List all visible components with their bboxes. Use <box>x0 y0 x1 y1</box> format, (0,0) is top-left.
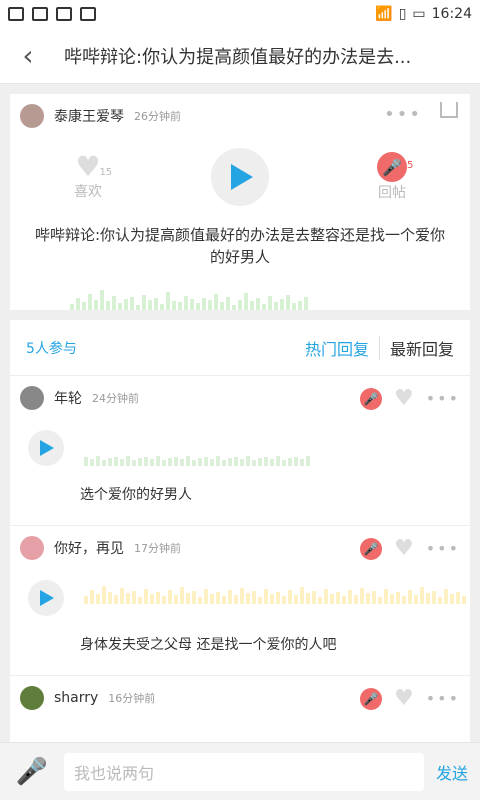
reply-text: 选个爱你的好男人 <box>80 487 192 503</box>
mic-icon[interactable]: 🎤 <box>359 687 382 710</box>
like-count: 15 <box>99 167 113 178</box>
reply-time: 24分钟前 <box>92 392 139 405</box>
heart-icon[interactable]: ♥ <box>394 686 414 711</box>
tab-hot[interactable]: 热门回复 <box>305 336 369 360</box>
participants-bar: 5人参与 热门回复 最新回复 <box>10 320 470 376</box>
like-button[interactable]: ♥ 15 喜欢 <box>58 153 118 201</box>
audio-wave <box>84 454 310 466</box>
reply-text: 身体发夫受之父母 还是找一个爱你的人吧 <box>80 637 337 653</box>
avatar[interactable] <box>20 386 44 410</box>
avatar[interactable] <box>20 686 44 710</box>
reply-label: 回帖 <box>378 185 406 201</box>
battery-icon: ▭ <box>412 6 426 22</box>
reply-username[interactable]: sharry <box>54 690 98 706</box>
participant-count[interactable]: 5人参与 <box>26 338 77 358</box>
app-icon <box>32 7 48 21</box>
play-icon <box>40 440 54 456</box>
mic-icon[interactable]: 🎤 <box>359 387 382 410</box>
reply-item: 年轮 24分钟前 🎤 ♥ ••• 选个爱你的好男人 <box>10 376 470 526</box>
post-card: 泰康王爱琴 26分钟前 ••• ♥ 15 喜欢 🎤 5 回帖 哔哔辩论:你认为提高颜… <box>10 94 470 310</box>
audio-wave <box>70 290 410 310</box>
image-icon <box>8 7 24 21</box>
reply-tools: 🎤 ♥ ••• <box>359 386 460 411</box>
send-button[interactable]: 发送 <box>436 760 468 784</box>
heart-icon: ♥ 15 <box>75 153 112 181</box>
reply-button[interactable]: 🎤 5 回帖 <box>362 152 422 202</box>
play-icon <box>40 590 54 606</box>
share-icon[interactable] <box>440 102 458 118</box>
more-icon[interactable]: ••• <box>426 689 460 708</box>
heart-icon[interactable]: ♥ <box>394 386 414 411</box>
input-bar: 🎤 我也说两句 发送 <box>0 742 480 800</box>
wifi-icon: 📶 <box>375 6 393 22</box>
reply-tools: 🎤 ♥ ••• <box>359 536 460 561</box>
play-button[interactable] <box>28 580 64 616</box>
post-username[interactable]: 泰康王爱琴 <box>54 106 124 126</box>
status-bar: 📶 ▯ ▭ 16:24 <box>0 0 480 28</box>
heart-icon[interactable]: ♥ <box>394 536 414 561</box>
chat-icon <box>80 7 96 21</box>
mic-icon: 🎤 5 <box>377 152 413 182</box>
reply-tools: 🎤 ♥ ••• <box>359 686 460 711</box>
play-button[interactable] <box>28 430 64 466</box>
tab-new[interactable]: 最新回复 <box>390 336 454 360</box>
reply-tabs: 热门回复 最新回复 <box>305 335 454 360</box>
audio-wave <box>84 586 466 604</box>
play-icon <box>231 164 253 190</box>
status-left-icons <box>8 7 96 21</box>
weibo-icon <box>56 7 72 21</box>
avatar[interactable] <box>20 536 44 560</box>
post-actions: ♥ 15 喜欢 🎤 5 回帖 <box>10 148 470 206</box>
back-button[interactable]: ‹ <box>16 39 40 72</box>
avatar[interactable] <box>20 104 44 128</box>
reply-item: 你好，再见 17分钟前 🎤 ♥ ••• 身体发夫受之父母 还是找一个爱你的人吧 <box>10 526 470 676</box>
more-icon[interactable]: ••• <box>384 104 422 125</box>
status-right: 📶 ▯ ▭ 16:24 <box>375 6 472 22</box>
page-title: 哔哔辩论:你认为提高颜值最好的办法是去... <box>64 46 412 68</box>
more-icon[interactable]: ••• <box>426 539 460 558</box>
mic-icon[interactable]: 🎤 <box>359 537 382 560</box>
page-header: ‹ 哔哔辩论:你认为提高颜值最好的办法是去... <box>0 28 480 84</box>
like-label: 喜欢 <box>74 184 102 200</box>
reply-time: 16分钟前 <box>108 692 156 705</box>
tab-divider <box>378 335 380 360</box>
more-icon[interactable]: ••• <box>426 389 460 408</box>
reply-count: 5 <box>407 160 414 171</box>
post-time: 26分钟前 <box>134 110 181 123</box>
mic-icon[interactable]: 🎤 <box>12 757 52 787</box>
comment-input[interactable]: 我也说两句 <box>64 752 424 791</box>
play-button[interactable] <box>211 148 269 206</box>
post-question: 哔哔辩论:你认为提高颜值最好的办法是去整容还是找一个爱你的好男人 <box>34 226 446 266</box>
reply-username[interactable]: 你好，再见 <box>54 538 124 558</box>
reply-username[interactable]: 年轮 <box>54 388 82 408</box>
reply-time: 17分钟前 <box>134 542 181 555</box>
status-time: 16:24 <box>431 6 472 22</box>
sim-icon: ▯ <box>398 6 407 22</box>
